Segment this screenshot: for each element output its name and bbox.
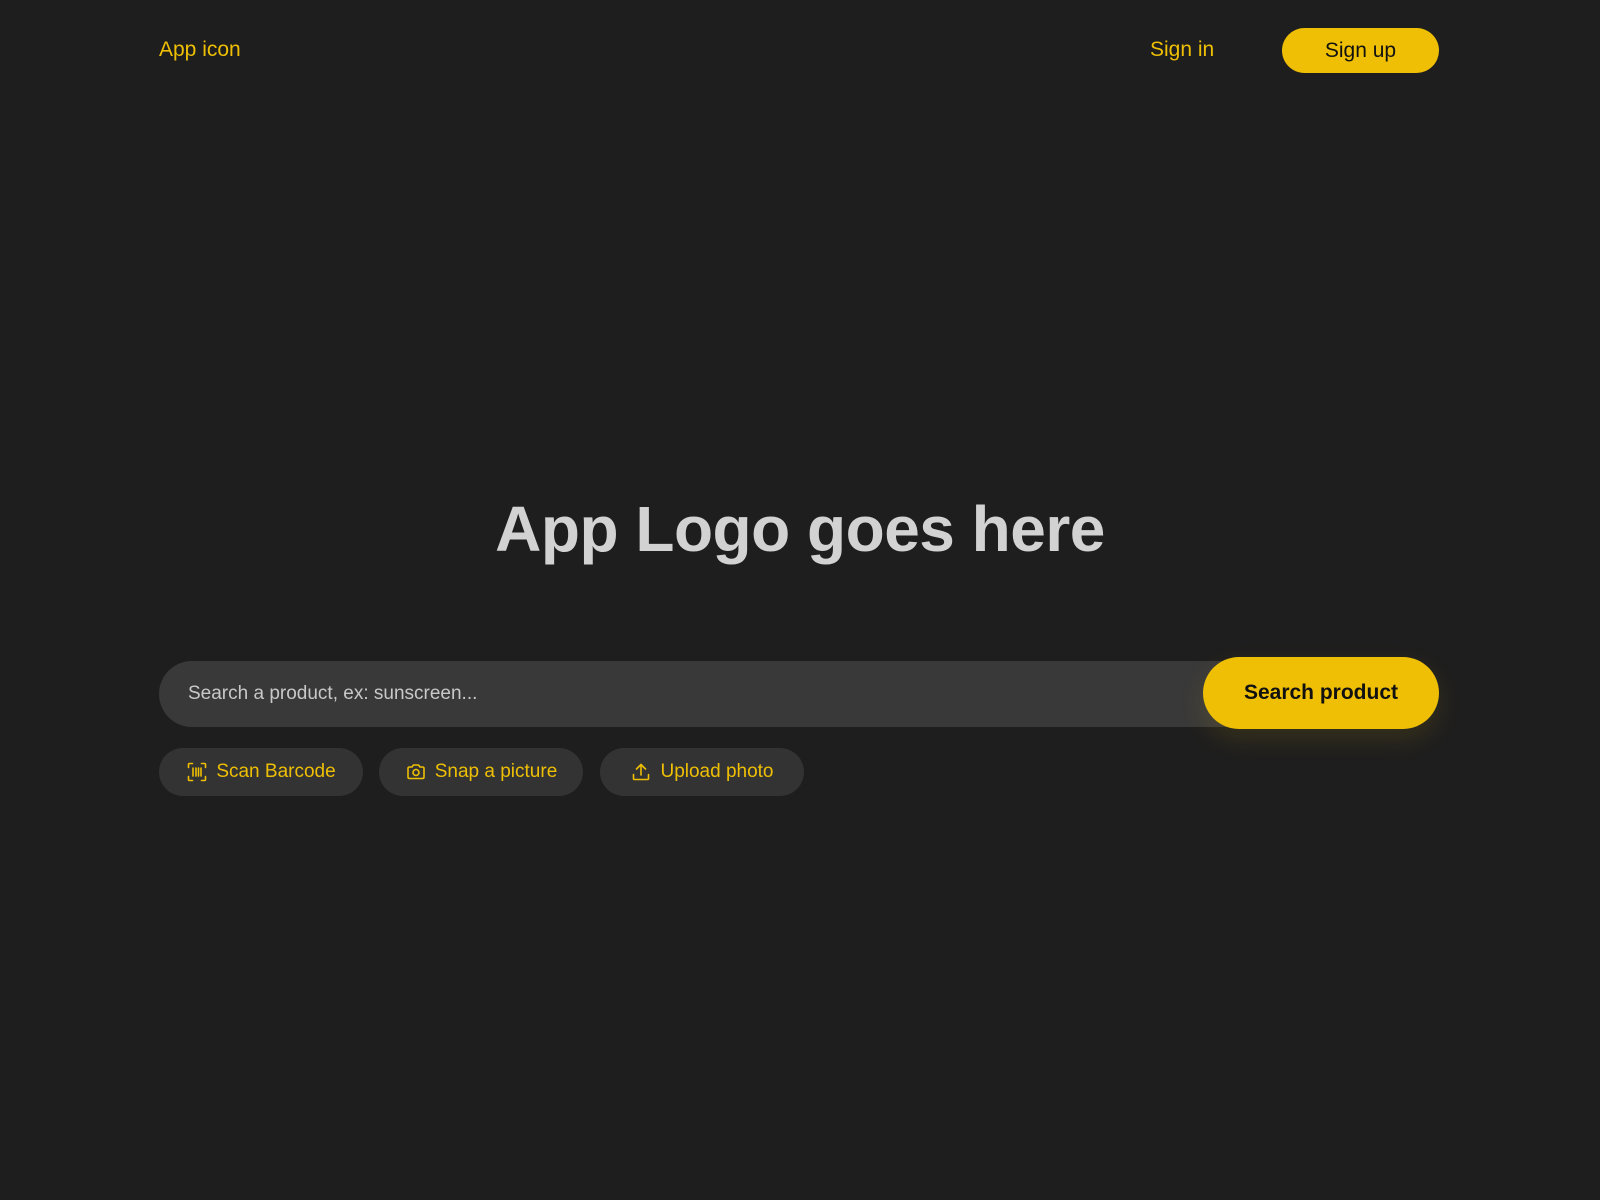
app-logo-placeholder: App Logo goes here (495, 493, 1105, 565)
app-icon-link[interactable]: App icon (159, 36, 241, 64)
camera-icon (405, 761, 427, 783)
search-input[interactable] (188, 676, 1168, 712)
top-nav: App icon Sign in Sign up (0, 0, 1600, 100)
snap-picture-label: Snap a picture (434, 761, 558, 782)
sign-up-button[interactable]: Sign up (1282, 28, 1439, 73)
upload-photo-button[interactable]: Upload photo (600, 748, 804, 796)
snap-picture-button[interactable]: Snap a picture (379, 748, 583, 796)
search-product-button[interactable]: Search product (1203, 657, 1439, 729)
barcode-scan-icon (186, 761, 208, 783)
upload-photo-label: Upload photo (660, 761, 774, 782)
upload-icon (630, 761, 652, 783)
sign-in-link[interactable]: Sign in (1150, 36, 1214, 64)
scan-barcode-button[interactable]: Scan Barcode (159, 748, 363, 796)
scan-barcode-label: Scan Barcode (216, 761, 336, 782)
